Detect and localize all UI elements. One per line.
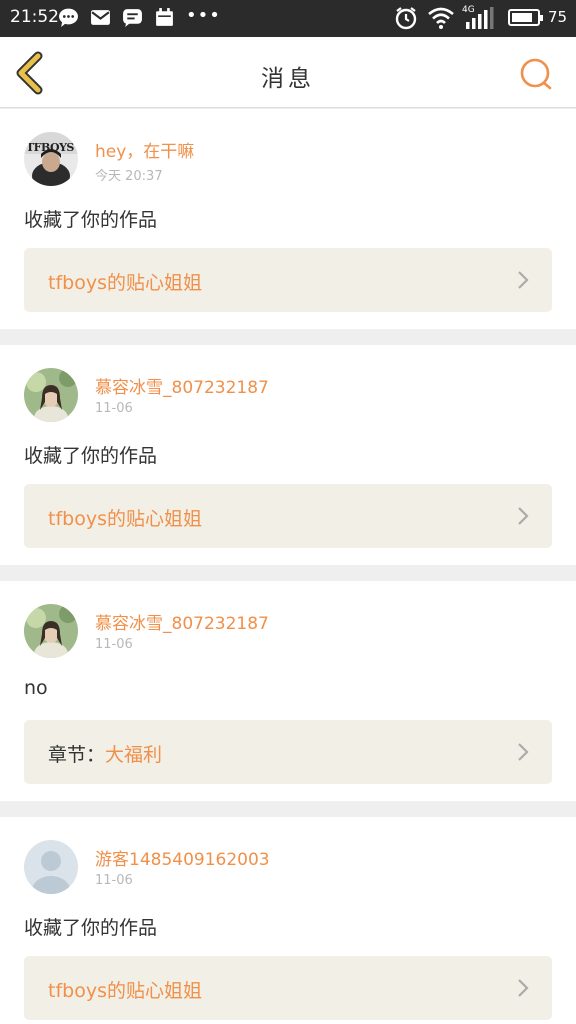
timestamp: 今天 20:37 <box>95 169 163 184</box>
work-title-text: tfboys的贴心姐姐 <box>48 272 202 294</box>
avatar-logo-text: TFBOYS <box>26 141 74 154</box>
message-text: 收藏了你的作品 <box>24 445 158 467</box>
work-link[interactable]: tfboys的贴心姐姐 <box>24 484 552 548</box>
title-bar: 消息 <box>0 37 576 108</box>
chevron-right-icon <box>518 743 529 761</box>
chevron-right-icon <box>518 979 529 997</box>
page-title: 消息 <box>261 66 315 92</box>
work-title: tfboys的贴心姐姐 <box>48 504 202 531</box>
clock: 21:52 <box>10 7 59 27</box>
battery-icon <box>508 9 543 26</box>
chevron-right-icon <box>518 507 529 525</box>
avatar[interactable] <box>24 840 78 894</box>
chapter-link[interactable]: 章节：大福利 <box>24 720 552 784</box>
work-title-text: 大福利 <box>105 744 163 766</box>
message-card: 游客1485409162003 11-06 收藏了你的作品 tfboys的贴心姐… <box>0 817 576 1024</box>
message-text: no <box>24 677 48 699</box>
message-icon <box>123 9 142 27</box>
username[interactable]: 慕容冰雪_807232187 <box>95 373 269 398</box>
chat-bubble-icon <box>59 8 78 27</box>
signal-icon <box>466 7 494 29</box>
work-title-text: tfboys的贴心姐姐 <box>48 980 202 1002</box>
avatar[interactable]: TFBOYS <box>24 132 78 186</box>
message-text: 收藏了你的作品 <box>24 209 158 231</box>
battery-percent: 75 <box>548 8 568 26</box>
timestamp: 11-06 <box>95 873 133 888</box>
work-prefix: 章节： <box>48 744 106 766</box>
work-link[interactable]: tfboys的贴心姐姐 <box>24 956 552 1020</box>
work-link[interactable]: tfboys的贴心姐姐 <box>24 248 552 312</box>
message-card: TFBOYS hey，在干嘛 今天 20:37 收藏了你的作品 tfboys的贴… <box>0 109 576 329</box>
avatar[interactable] <box>24 368 78 422</box>
work-title: 章节：大福利 <box>48 740 162 767</box>
timestamp: 11-06 <box>95 637 133 652</box>
username[interactable]: hey，在干嘛 <box>95 137 194 162</box>
work-title: tfboys的贴心姐姐 <box>48 268 202 295</box>
search-icon[interactable] <box>517 55 555 93</box>
avatar[interactable] <box>24 604 78 658</box>
username[interactable]: 慕容冰雪_807232187 <box>95 609 269 634</box>
alarm-icon <box>395 7 417 30</box>
more-notifications-icon: ••• <box>186 5 221 26</box>
status-bar: 21:52 ••• 4G 75 <box>0 0 576 37</box>
timestamp: 11-06 <box>95 401 133 416</box>
username[interactable]: 游客1485409162003 <box>95 845 270 870</box>
chevron-right-icon <box>518 271 529 289</box>
message-card: 慕容冰雪_807232187 11-06 收藏了你的作品 tfboys的贴心姐姐 <box>0 345 576 565</box>
mail-icon <box>91 10 110 25</box>
message-card: 慕容冰雪_807232187 11-06 no 章节：大福利 <box>0 581 576 801</box>
message-text: 收藏了你的作品 <box>24 917 158 939</box>
wifi-icon <box>428 7 454 29</box>
work-title-text: tfboys的贴心姐姐 <box>48 508 202 530</box>
calendar-icon <box>156 8 173 26</box>
work-title: tfboys的贴心姐姐 <box>48 976 202 1003</box>
